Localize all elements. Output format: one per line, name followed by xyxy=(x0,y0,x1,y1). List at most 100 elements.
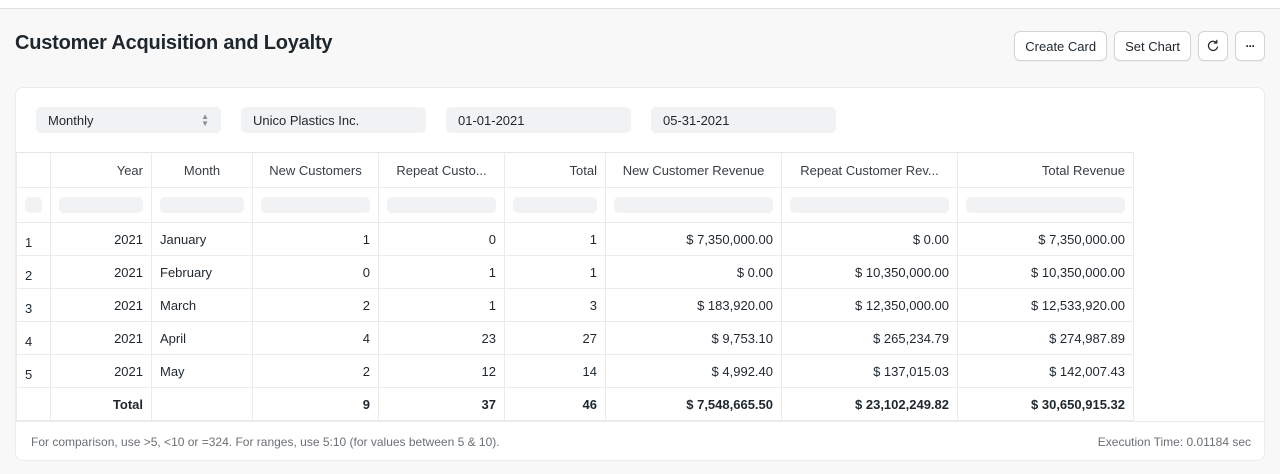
cell-new-customers[interactable]: 4 xyxy=(252,321,379,355)
cell-repeat-customer-revenue[interactable]: $ 12,350,000.00 xyxy=(781,288,958,322)
cell-repeat-customer-revenue[interactable]: $ 265,234.79 xyxy=(781,321,958,355)
cell-year[interactable]: 2021 xyxy=(50,255,152,289)
table-row[interactable]: 4 2021 April 4 23 27 $ 9,753.10 $ 265,23… xyxy=(16,321,1134,355)
cell-repeat-customers[interactable]: 1 xyxy=(378,255,505,289)
totals-month-cell xyxy=(151,387,253,421)
cell-year[interactable]: 2021 xyxy=(50,222,152,256)
from-date-field[interactable]: 01-01-2021 xyxy=(446,107,631,133)
totals-label: Total xyxy=(50,387,152,421)
column-filter-cell[interactable] xyxy=(50,187,152,223)
cell-year[interactable]: 2021 xyxy=(50,321,152,355)
cell-repeat-customers[interactable]: 12 xyxy=(378,354,505,388)
cell-new-customers[interactable]: 2 xyxy=(252,288,379,322)
set-chart-button[interactable]: Set Chart xyxy=(1114,31,1191,61)
row-index: 4 xyxy=(16,321,51,355)
create-card-button[interactable]: Create Card xyxy=(1014,31,1108,61)
refresh-button[interactable] xyxy=(1198,31,1228,61)
cell-total-revenue[interactable]: $ 7,350,000.00 xyxy=(957,222,1134,256)
total-revenue: $ 30,650,915.32 xyxy=(957,387,1134,421)
cell-year[interactable]: 2021 xyxy=(50,354,152,388)
row-index: 2 xyxy=(16,255,51,289)
cell-total-revenue[interactable]: $ 142,007.43 xyxy=(957,354,1134,388)
column-filter-cell[interactable] xyxy=(16,187,51,223)
filter-bar: Monthly ▲ ▼ Unico Plastics Inc. 01-01-202… xyxy=(36,107,836,133)
report-actions: Create Card Set Chart ··· xyxy=(1014,31,1265,61)
cell-new-customer-revenue[interactable]: $ 9,753.10 xyxy=(605,321,782,355)
cell-month[interactable]: February xyxy=(151,255,253,289)
cell-month[interactable]: April xyxy=(151,321,253,355)
cell-repeat-customers[interactable]: 1 xyxy=(378,288,505,322)
table-row[interactable]: 5 2021 May 2 12 14 $ 4,992.40 $ 137,015.… xyxy=(16,354,1134,388)
cell-new-customer-revenue[interactable]: $ 7,350,000.00 xyxy=(605,222,782,256)
table-row[interactable]: 3 2021 March 2 1 3 $ 183,920.00 $ 12,350… xyxy=(16,288,1134,322)
column-filter-input[interactable] xyxy=(614,197,773,213)
report-footer: For comparison, use >5, <10 or =324. For… xyxy=(16,421,1264,460)
cell-new-customer-revenue[interactable]: $ 4,992.40 xyxy=(605,354,782,388)
cell-repeat-customer-revenue[interactable]: $ 10,350,000.00 xyxy=(781,255,958,289)
column-filter-input[interactable] xyxy=(387,197,496,213)
row-index: 1 xyxy=(16,222,51,256)
cell-month[interactable]: March xyxy=(151,288,253,322)
period-select[interactable]: Monthly ▲ ▼ xyxy=(36,107,221,133)
column-filter-input[interactable] xyxy=(25,197,42,213)
more-options-button[interactable]: ··· xyxy=(1235,31,1265,61)
row-index: 5 xyxy=(16,354,51,388)
cell-month[interactable]: January xyxy=(151,222,253,256)
cell-new-customers[interactable]: 0 xyxy=(252,255,379,289)
column-filter-cell[interactable] xyxy=(781,187,958,223)
table-row[interactable]: 1 2021 January 1 0 1 $ 7,350,000.00 $ 0.… xyxy=(16,222,1134,256)
column-header-repeat-customers[interactable]: Repeat Custo... xyxy=(378,152,505,188)
cell-repeat-customers[interactable]: 0 xyxy=(378,222,505,256)
column-header-year[interactable]: Year xyxy=(50,152,152,188)
column-header-new-customer-revenue[interactable]: New Customer Revenue xyxy=(605,152,782,188)
cell-total-revenue[interactable]: $ 12,533,920.00 xyxy=(957,288,1134,322)
cell-total-revenue[interactable]: $ 10,350,000.00 xyxy=(957,255,1134,289)
total-customers: 46 xyxy=(504,387,606,421)
cell-new-customer-revenue[interactable]: $ 0.00 xyxy=(605,255,782,289)
totals-index-cell xyxy=(16,387,51,421)
total-repeat-customer-revenue: $ 23,102,249.82 xyxy=(781,387,958,421)
cell-total[interactable]: 1 xyxy=(504,222,606,256)
table-row[interactable]: 2 2021 February 0 1 1 $ 0.00 $ 10,350,00… xyxy=(16,255,1134,289)
column-header-repeat-customer-revenue[interactable]: Repeat Customer Rev... xyxy=(781,152,958,188)
column-filter-input[interactable] xyxy=(513,197,597,213)
column-header-month[interactable]: Month xyxy=(151,152,253,188)
column-filter-cell[interactable] xyxy=(378,187,505,223)
cell-total[interactable]: 27 xyxy=(504,321,606,355)
column-filter-input[interactable] xyxy=(261,197,370,213)
column-filter-cell[interactable] xyxy=(151,187,253,223)
cell-year[interactable]: 2021 xyxy=(50,288,152,322)
cell-total[interactable]: 1 xyxy=(504,255,606,289)
cell-new-customer-revenue[interactable]: $ 183,920.00 xyxy=(605,288,782,322)
column-filter-cell[interactable] xyxy=(252,187,379,223)
column-header-new-customers[interactable]: New Customers xyxy=(252,152,379,188)
customer-filter[interactable]: Unico Plastics Inc. xyxy=(241,107,426,133)
cell-month[interactable]: May xyxy=(151,354,253,388)
period-select-value: Monthly xyxy=(48,112,94,128)
top-navbar-edge xyxy=(0,0,1280,9)
column-header-total[interactable]: Total xyxy=(504,152,606,188)
cell-new-customers[interactable]: 1 xyxy=(252,222,379,256)
row-index: 3 xyxy=(16,288,51,322)
column-filter-input[interactable] xyxy=(59,197,143,213)
cell-new-customers[interactable]: 2 xyxy=(252,354,379,388)
cell-total[interactable]: 14 xyxy=(504,354,606,388)
cell-repeat-customer-revenue[interactable]: $ 137,015.03 xyxy=(781,354,958,388)
column-filter-input[interactable] xyxy=(966,197,1125,213)
cell-repeat-customers[interactable]: 23 xyxy=(378,321,505,355)
column-filter-cell[interactable] xyxy=(504,187,606,223)
column-filter-row xyxy=(16,187,1134,223)
report-table: Year Month New Customers Repeat Custo...… xyxy=(16,152,1134,421)
column-header-total-revenue[interactable]: Total Revenue xyxy=(957,152,1134,188)
column-filter-cell[interactable] xyxy=(605,187,782,223)
total-repeat-customers: 37 xyxy=(378,387,505,421)
column-filter-input[interactable] xyxy=(790,197,949,213)
table-header: Year Month New Customers Repeat Custo...… xyxy=(16,152,1134,188)
to-date-field[interactable]: 05-31-2021 xyxy=(651,107,836,133)
cell-repeat-customer-revenue[interactable]: $ 0.00 xyxy=(781,222,958,256)
column-filter-cell[interactable] xyxy=(957,187,1134,223)
cell-total[interactable]: 3 xyxy=(504,288,606,322)
cell-total-revenue[interactable]: $ 274,987.89 xyxy=(957,321,1134,355)
column-filter-input[interactable] xyxy=(160,197,244,213)
total-new-customers: 9 xyxy=(252,387,379,421)
